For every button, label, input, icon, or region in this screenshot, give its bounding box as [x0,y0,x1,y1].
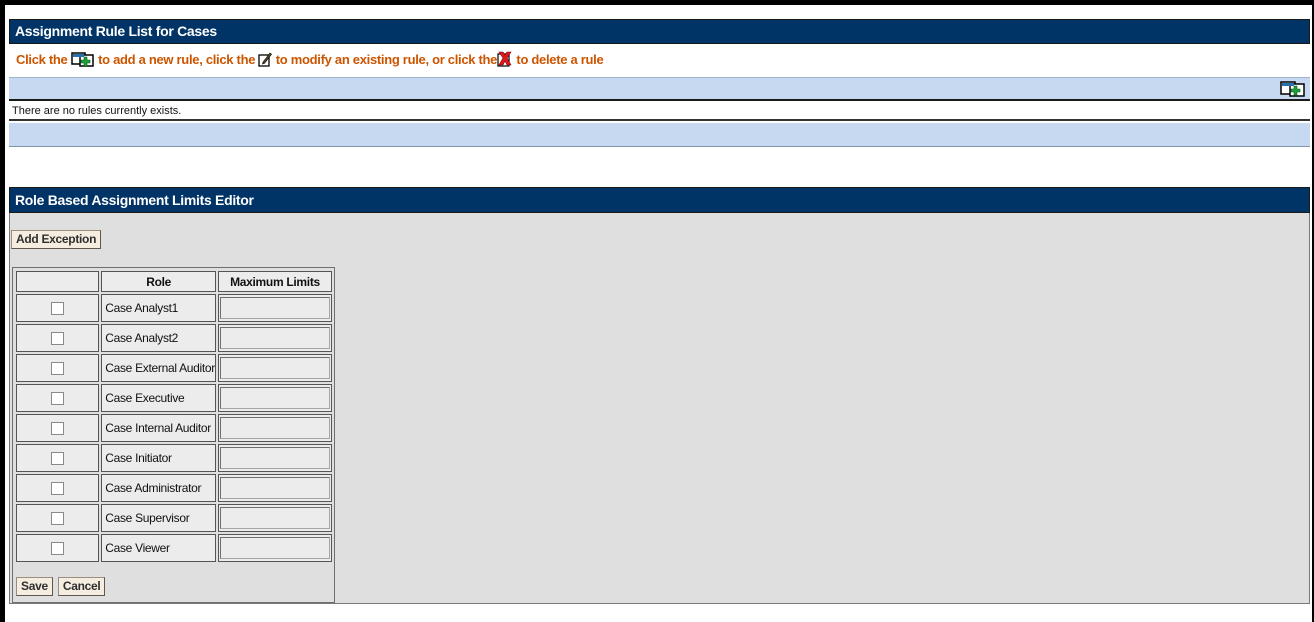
table-row: Case Analyst1 [16,294,332,322]
delete-rule-icon [497,49,513,77]
table-row: Case External Auditor [16,354,332,382]
max-limit-cell [218,324,332,352]
max-limit-cell [218,384,332,412]
role-name-cell: Case External Auditor [101,354,216,382]
role-select-checkbox[interactable] [51,542,65,556]
table-row: Case Executive [16,384,332,412]
select-cell [16,414,100,442]
max-limit-input[interactable] [220,297,330,319]
rules-panel-title: Assignment Rule List for Cases [9,19,1310,44]
add-rule-icon [71,49,95,77]
rules-instructions: Click the to add a new rule, click the t… [9,46,1310,74]
max-limit-input[interactable] [220,477,330,499]
role-name-cell: Case Internal Auditor [101,414,216,442]
role-name-cell: Case Administrator [101,474,216,502]
role-select-checkbox[interactable] [51,482,65,496]
role-name-cell: Case Analyst1 [101,294,216,322]
role-name-cell: Case Supervisor [101,504,216,532]
select-column-header [16,271,100,292]
role-select-checkbox[interactable] [51,392,65,406]
max-limit-input[interactable] [220,537,330,559]
add-rule-icon[interactable] [1280,80,1306,103]
rules-toolbar [9,77,1310,101]
limits-table: Role Maximum Limits Case Analyst1 Case An… [14,269,334,564]
instruction-text-4: to delete a rule [513,52,604,67]
max-limit-cell [218,354,332,382]
select-cell [16,474,100,502]
empty-rules-message: There are no rules currently exists. [9,103,1310,121]
table-row: Case Analyst2 [16,324,332,352]
select-cell [16,294,100,322]
form-actions: Save Cancel [16,577,110,596]
cancel-button[interactable]: Cancel [57,577,106,596]
select-cell [16,324,100,352]
max-limit-input[interactable] [220,387,330,409]
save-button[interactable]: Save [16,577,53,596]
role-name-cell: Case Viewer [101,534,216,562]
role-column-header: Role [101,271,216,292]
max-limit-input[interactable] [220,327,330,349]
select-cell [16,384,100,412]
table-row: Case Viewer [16,534,332,562]
max-limit-input[interactable] [220,507,330,529]
max-limit-cell [218,414,332,442]
table-header-row: Role Maximum Limits [16,271,332,292]
role-name-cell: Case Initiator [101,444,216,472]
rules-footer-bar [9,123,1310,147]
role-select-checkbox[interactable] [51,302,65,316]
role-select-checkbox[interactable] [51,512,65,526]
max-limit-cell [218,294,332,322]
role-select-checkbox[interactable] [51,452,65,466]
table-row: Case Initiator [16,444,332,472]
select-cell [16,534,100,562]
role-name-cell: Case Executive [101,384,216,412]
max-limit-input[interactable] [220,447,330,469]
select-cell [16,354,100,382]
role-select-checkbox[interactable] [51,332,65,346]
instruction-text-1: Click the [16,52,71,67]
max-limits-column-header: Maximum Limits [218,271,332,292]
table-row: Case Supervisor [16,504,332,532]
max-limit-cell [218,444,332,472]
add-exception-button[interactable]: Add Exception [11,230,102,249]
role-name-cell: Case Analyst2 [101,324,216,352]
edit-rule-icon [258,49,273,77]
select-cell [16,444,100,472]
limits-editor-body: Add Exception Role Maximum Limits Case A… [9,213,1310,604]
max-limit-cell [218,534,332,562]
max-limit-input[interactable] [220,417,330,439]
table-row: Case Internal Auditor [16,414,332,442]
max-limit-input[interactable] [220,357,330,379]
instruction-text-2: to add a new rule, click the [94,52,259,67]
table-row: Case Administrator [16,474,332,502]
role-select-checkbox[interactable] [51,422,65,436]
instruction-text-3: to modify an existing rule, or click the [272,52,498,67]
max-limit-cell [218,504,332,532]
role-select-checkbox[interactable] [51,362,65,376]
limits-panel-title: Role Based Assignment Limits Editor [9,187,1310,213]
max-limit-cell [218,474,332,502]
select-cell [16,504,100,532]
limits-table-container: Role Maximum Limits Case Analyst1 Case An… [12,267,335,603]
